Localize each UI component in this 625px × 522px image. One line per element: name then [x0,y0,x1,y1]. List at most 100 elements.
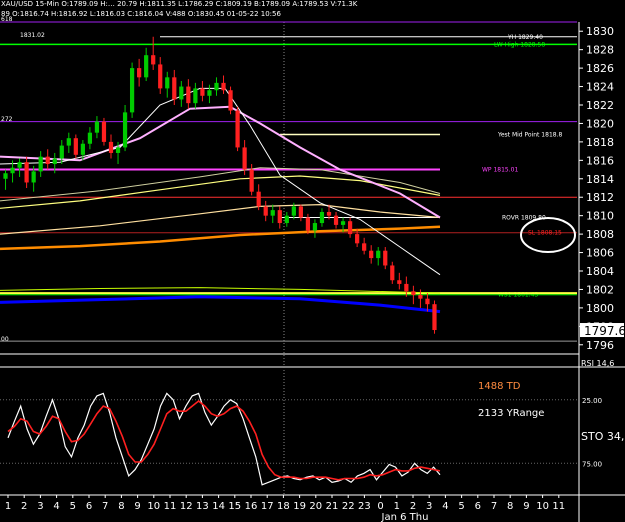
osc-tick-label: 25.00 [582,397,602,405]
ma-orange-line [0,225,441,251]
x-tick-label: 11 [164,501,177,512]
x-date-label: Jan 6 Thu [381,512,429,522]
candle-body [193,88,198,104]
candle-body [87,132,93,144]
candle-body [418,294,423,299]
candle-body [404,283,409,292]
candle-body [397,280,402,284]
x-tick-label: 12 [180,501,193,512]
candle-body [235,110,240,148]
candle-body [101,121,107,142]
left-edge-label: 00 [1,336,9,343]
candle-body [228,90,233,111]
candle-body [305,217,311,231]
candle-body [390,265,395,281]
candle-body [411,291,416,295]
candle-body [165,77,170,89]
candle-body [256,191,261,207]
candle-body [333,215,339,225]
candle-body [432,304,437,331]
candle-body [24,162,29,183]
candle-body [45,156,50,165]
y-tick-label: 1818 [586,136,614,149]
y-tick-label: 1796 [586,339,614,352]
level-label: LW High 1828.58 [494,41,545,48]
candle-body [340,221,346,225]
candle-body [80,143,85,155]
x-tick-label: 5 [458,501,464,512]
x-tick-label: 11 [552,501,565,512]
candle-body [221,82,226,91]
candle-body [425,298,430,305]
y-tick-label: 1806 [586,247,614,260]
chart-svg[interactable]: 1796179818001802180418061808181018121814… [0,0,625,522]
candle-body [277,210,282,224]
candle-body [59,145,64,159]
y-tick-label: 1802 [586,283,614,296]
candle-body [151,55,156,65]
left-edge-label: 272 [1,116,13,123]
ma-olive-line [0,167,441,202]
candle-body [186,86,191,104]
x-tick-label: 6 [86,501,92,512]
sto-label: STO 34, [581,430,624,443]
x-tick-label: 8 [507,501,513,512]
candle-body [263,206,268,216]
x-tick-label: 9 [134,501,140,512]
osc-tick-label: 75.00 [582,460,602,468]
left-edge-label: 618 [1,16,13,23]
x-tick-label: 15 [228,501,241,512]
y-tick-label: 1816 [586,154,614,167]
candle-body [179,86,184,100]
x-tick-label: 17 [261,501,274,512]
candle-body [207,90,212,96]
candle-body [94,121,100,133]
x-tick-label: 1 [5,501,11,512]
candle-body [369,250,374,259]
y-tick-label: 1814 [586,173,614,186]
y-tick-label: 1812 [586,191,614,204]
x-tick-label: 13 [196,501,209,512]
x-tick-label: 9 [523,501,529,512]
candle-body [214,82,219,91]
y-tick-label: 1810 [586,210,614,223]
ema-pink-line [0,105,441,219]
x-tick-label: 6 [475,501,481,512]
x-tick-label: 7 [102,501,108,512]
y-tick-label: 1800 [586,302,614,315]
stoch-d-line [7,399,441,481]
candle-body [284,215,289,224]
candle-body [108,141,114,153]
candle-body [10,167,15,174]
candle-body [326,211,332,216]
ma-yellow-line [0,175,441,209]
candle-body [137,68,142,78]
x-tick-label: 8 [118,501,124,512]
y-tick-label: 1804 [586,265,614,278]
candle-body [38,156,43,172]
x-tick-label: 22 [342,501,355,512]
x-tick-label: 4 [442,501,448,512]
y-tick-label: 1824 [586,81,614,94]
candle-body [144,55,149,78]
candle-body [355,234,360,244]
x-tick-label: 0 [377,501,383,512]
x-tick-label: 16 [245,501,258,512]
yrange-label: 2133 YRange [478,408,544,419]
x-tick-label: 4 [53,501,59,512]
y-tick-label: 1830 [586,25,614,38]
candle-body [347,221,353,235]
stoch-k-line [7,392,441,486]
candle-body [52,158,57,165]
level-label: WP 1815.01 [482,166,518,173]
left-edge-label: 1831.02 [20,32,45,39]
x-tick-label: 2 [21,501,27,512]
candle-body [383,250,388,266]
candle-body [172,77,177,100]
candle-body [270,210,275,216]
ma-blue-line [0,295,441,314]
candle-body [17,162,22,168]
candle-body [115,147,121,153]
x-tick-label: 2 [410,501,416,512]
candle-body [129,68,135,113]
